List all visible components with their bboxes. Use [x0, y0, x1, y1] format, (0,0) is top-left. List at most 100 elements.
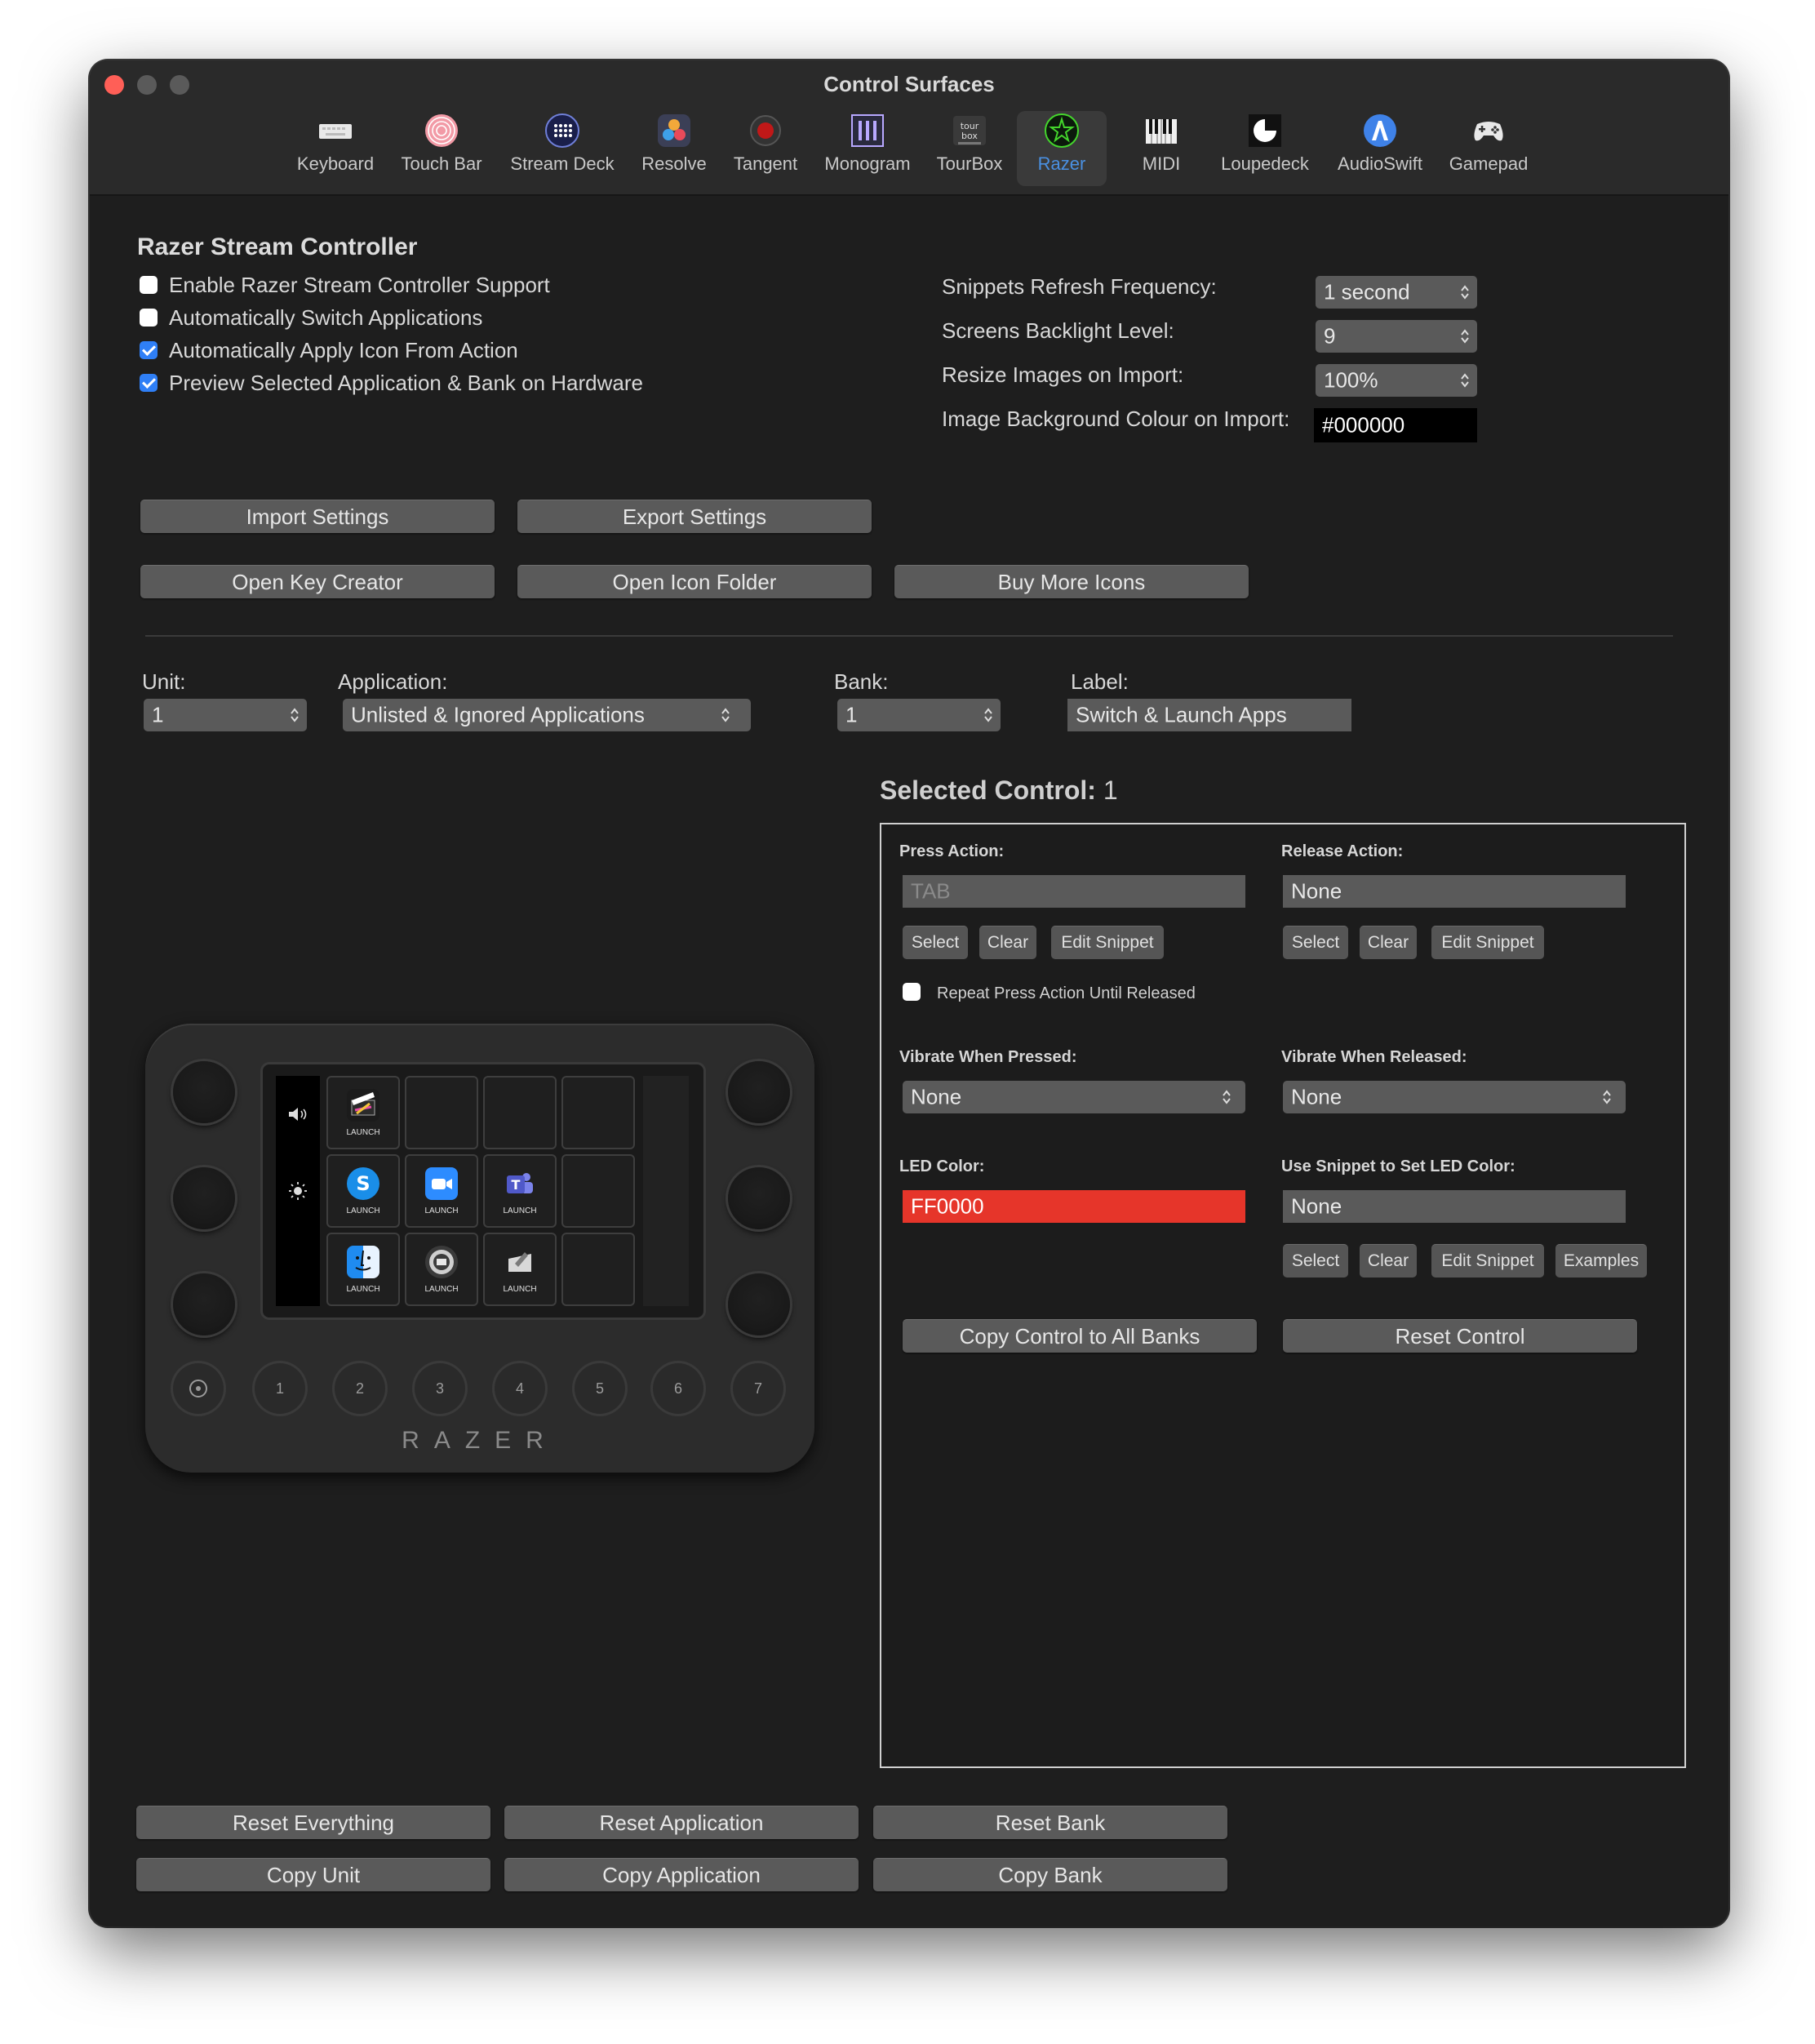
unit-label: Unit: — [142, 669, 186, 694]
key-4[interactable] — [561, 1076, 635, 1149]
key-2[interactable] — [405, 1076, 478, 1149]
key-1[interactable]: LAUNCH — [326, 1076, 400, 1149]
release-clear-button[interactable]: Clear — [1360, 926, 1417, 959]
finder-icon — [347, 1246, 379, 1278]
image-bg-colour-value: #000000 — [1322, 412, 1405, 438]
unit-popup[interactable]: 1 — [144, 699, 307, 731]
press-action-field[interactable]: TAB — [903, 875, 1245, 908]
window-title: Control Surfaces — [823, 72, 995, 96]
toolbar-item-tangent[interactable]: Tangent — [717, 111, 814, 186]
label-field[interactable]: Switch & Launch Apps — [1067, 699, 1351, 731]
device-side-strip — [276, 1076, 320, 1306]
key-11[interactable]: LAUNCH — [326, 1233, 400, 1306]
knob-right-3[interactable] — [728, 1273, 790, 1335]
import-settings-button[interactable]: Import Settings — [140, 500, 495, 533]
release-edit-snippet-button[interactable]: Edit Snippet — [1431, 926, 1544, 959]
export-settings-button[interactable]: Export Settings — [517, 500, 872, 533]
led-clear-button[interactable]: Clear — [1360, 1244, 1417, 1278]
toolbar-item-audioswift[interactable]: AudioSwift — [1331, 111, 1429, 186]
led-examples-button[interactable]: Examples — [1555, 1244, 1647, 1278]
snippets-frequency-popup[interactable]: 1 second — [1316, 276, 1477, 309]
round-button-2[interactable]: 2 — [335, 1363, 385, 1414]
round-button-7[interactable]: 7 — [733, 1363, 783, 1414]
knob-left-2[interactable] — [173, 1167, 235, 1229]
led-color-field[interactable]: FF0000 — [903, 1190, 1245, 1223]
led-edit-snippet-button[interactable]: Edit Snippet — [1431, 1244, 1544, 1278]
toolbar-item-monogram[interactable]: Monogram — [819, 111, 916, 186]
brightness-icon — [289, 1182, 307, 1200]
key-3[interactable] — [483, 1076, 557, 1149]
toolbar-item-touch-bar[interactable]: Touch Bar — [393, 111, 490, 186]
copy-bank-button[interactable]: Copy Bank — [873, 1858, 1227, 1891]
round-button-6[interactable]: 6 — [653, 1363, 703, 1414]
keyboard-icon — [319, 124, 352, 139]
key-14[interactable] — [561, 1233, 635, 1306]
application-popup[interactable]: Unlisted & Ignored Applications — [343, 699, 751, 731]
toolbar-item-resolve[interactable]: Resolve — [625, 111, 723, 186]
knob-right-1[interactable] — [728, 1061, 790, 1123]
knob-left-3[interactable] — [173, 1273, 235, 1335]
reset-application-button[interactable]: Reset Application — [504, 1806, 859, 1839]
tourbox-icon: tourbox — [953, 116, 986, 145]
release-select-button[interactable]: Select — [1283, 926, 1348, 959]
toolbar-item-razer[interactable]: Razer — [1017, 111, 1107, 186]
vibrate-pressed-popup[interactable]: None — [903, 1081, 1245, 1113]
knob-left-1[interactable] — [173, 1061, 235, 1123]
snippets-frequency-label: Snippets Refresh Frequency: — [942, 274, 1217, 299]
auto-switch-apps-label: Automatically Switch Applications — [169, 305, 483, 330]
press-clear-button[interactable]: Clear — [979, 926, 1036, 959]
stepper-arrows-icon — [291, 708, 299, 722]
toolbar-item-loupedeck[interactable]: Loupedeck — [1216, 111, 1314, 186]
enable-support-checkbox[interactable] — [140, 276, 158, 294]
repeat-press-checkbox[interactable] — [903, 983, 921, 1001]
toolbar-item-gamepad[interactable]: Gamepad — [1440, 111, 1538, 186]
home-round-button[interactable] — [173, 1363, 224, 1414]
open-icon-folder-button[interactable]: Open Icon Folder — [517, 565, 872, 598]
reset-bank-button[interactable]: Reset Bank — [873, 1806, 1227, 1839]
stepper-arrows-icon — [1461, 329, 1469, 344]
image-bg-colour-field[interactable]: #000000 — [1314, 408, 1477, 442]
led-select-button[interactable]: Select — [1283, 1244, 1348, 1278]
resize-images-value: 100% — [1324, 367, 1378, 393]
reset-control-button[interactable]: Reset Control — [1283, 1319, 1637, 1353]
toolbar-item-keyboard[interactable]: Keyboard — [286, 111, 384, 186]
copy-control-all-banks-button[interactable]: Copy Control to All Banks — [903, 1319, 1257, 1353]
key-6[interactable]: S LAUNCH — [326, 1154, 400, 1228]
selected-control-heading: Selected Control: 1 — [880, 775, 1118, 806]
snippet-led-color-field[interactable]: None — [1283, 1190, 1626, 1223]
key-13[interactable]: LAUNCH — [483, 1233, 557, 1306]
application-value: Unlisted & Ignored Applications — [351, 702, 645, 727]
unit-value: 1 — [152, 702, 164, 727]
auto-switch-apps-checkbox[interactable] — [140, 309, 158, 327]
key-12[interactable]: LAUNCH — [405, 1233, 478, 1306]
toolbar-item-stream-deck[interactable]: Stream Deck — [510, 111, 615, 186]
release-action-field[interactable]: None — [1283, 875, 1626, 908]
auto-apply-icon-checkbox[interactable] — [140, 341, 158, 359]
key-7[interactable]: LAUNCH — [405, 1154, 478, 1228]
press-select-button[interactable]: Select — [903, 926, 968, 959]
key-label: LAUNCH — [424, 1206, 459, 1215]
reset-everything-button[interactable]: Reset Everything — [136, 1806, 490, 1839]
monogram-icon — [851, 114, 884, 147]
vibrate-released-popup[interactable]: None — [1283, 1081, 1626, 1113]
resize-images-popup[interactable]: 100% — [1316, 364, 1477, 397]
toolbar-item-tourbox[interactable]: tour box TourBox — [921, 111, 1018, 186]
copy-application-button[interactable]: Copy Application — [504, 1858, 859, 1891]
backlight-level-popup[interactable]: 9 — [1316, 320, 1477, 353]
press-edit-snippet-button[interactable]: Edit Snippet — [1051, 926, 1164, 959]
bank-popup[interactable]: 1 — [837, 699, 1001, 731]
key-8[interactable]: T LAUNCH — [483, 1154, 557, 1228]
buy-more-icons-button[interactable]: Buy More Icons — [894, 565, 1249, 598]
round-button-3[interactable]: 3 — [415, 1363, 465, 1414]
round-button-4[interactable]: 4 — [495, 1363, 545, 1414]
toolbar-item-midi[interactable]: MIDI — [1112, 111, 1210, 186]
preview-on-hardware-checkbox[interactable] — [140, 374, 158, 392]
vibrate-released-value: None — [1291, 1084, 1342, 1109]
open-key-creator-button[interactable]: Open Key Creator — [140, 565, 495, 598]
knob-right-2[interactable] — [728, 1167, 790, 1229]
copy-unit-button[interactable]: Copy Unit — [136, 1858, 490, 1891]
round-button-1[interactable]: 1 — [255, 1363, 305, 1414]
resize-images-label: Resize Images on Import: — [942, 362, 1184, 387]
round-button-5[interactable]: 5 — [575, 1363, 625, 1414]
key-9[interactable] — [561, 1154, 635, 1228]
